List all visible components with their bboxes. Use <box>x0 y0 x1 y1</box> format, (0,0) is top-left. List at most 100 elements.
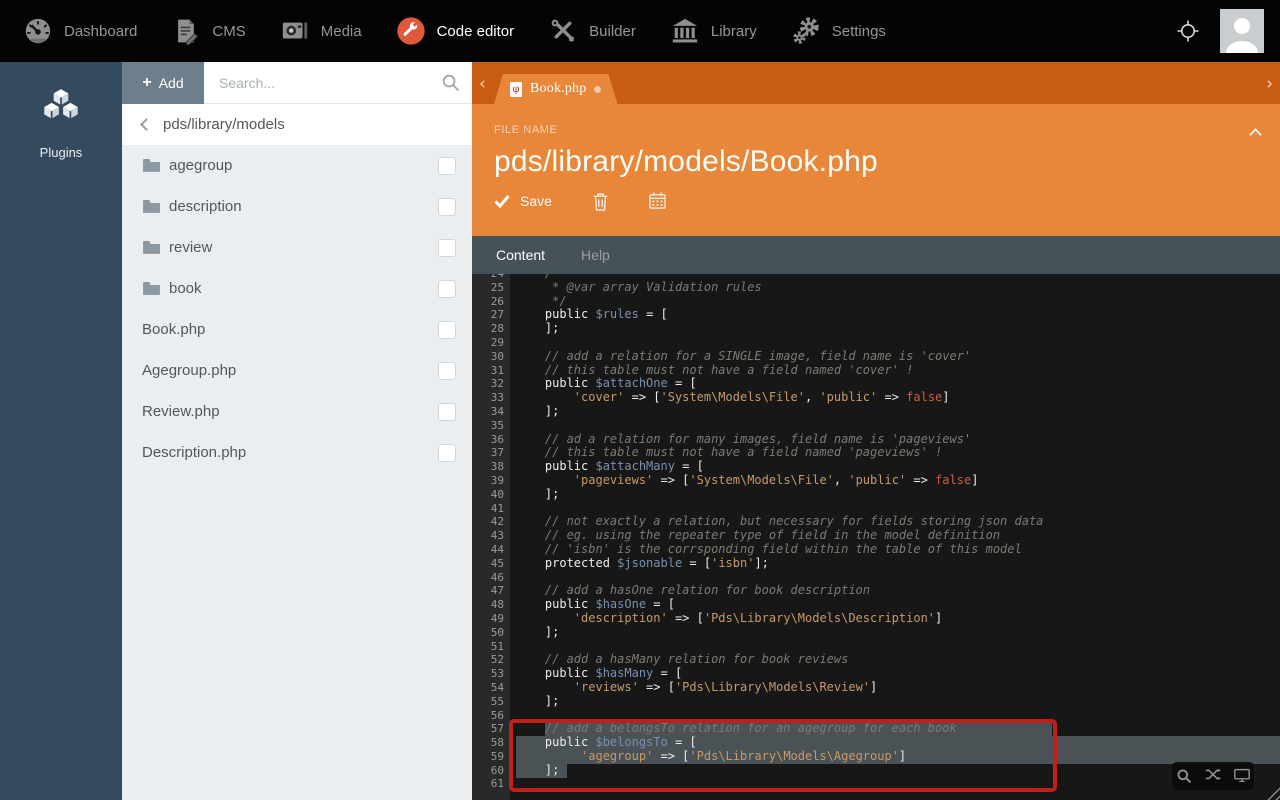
item-label: Book.php <box>142 321 438 338</box>
folder-row[interactable]: book <box>122 268 472 309</box>
delete-button[interactable] <box>592 192 609 209</box>
code-line[interactable]: 28 ]; <box>472 322 1280 336</box>
code-line[interactable]: 55 ]; <box>472 695 1280 709</box>
code-line[interactable]: 56 <box>472 709 1280 723</box>
code-line[interactable]: 36 // ad a relation for many images, fie… <box>472 433 1280 447</box>
nav-item-cms[interactable]: CMS <box>154 0 262 62</box>
nav-item-media[interactable]: Media <box>263 0 379 62</box>
code-line[interactable]: 60 ]; <box>472 764 1280 778</box>
item-checkbox[interactable] <box>438 239 456 257</box>
tab-content[interactable]: Content <box>496 247 545 263</box>
code-line[interactable]: 30 // add a relation for a SINGLE image,… <box>472 350 1280 364</box>
nav-item-code-editor[interactable]: Code editor <box>379 0 532 62</box>
code-line[interactable]: 53 public $hasMany = [ <box>472 667 1280 681</box>
code-line[interactable]: 61 <box>472 777 1280 791</box>
code-text: 'pageviews' => ['System\Models\File', 'p… <box>510 474 978 488</box>
file-row[interactable]: Description.php <box>122 432 472 473</box>
code-line[interactable]: 37 // this table must not have a field n… <box>472 446 1280 460</box>
item-checkbox[interactable] <box>438 362 456 380</box>
item-checkbox[interactable] <box>438 321 456 339</box>
line-number: 47 <box>472 584 510 598</box>
folder-row[interactable]: agegroup <box>122 145 472 186</box>
code-line[interactable]: 25 * @var array Validation rules <box>472 281 1280 295</box>
folder-row[interactable]: review <box>122 227 472 268</box>
code-text: public $hasMany = [ <box>510 667 682 681</box>
code-line[interactable]: 49 'description' => ['Pds\Library\Models… <box>472 612 1280 626</box>
item-checkbox[interactable] <box>438 280 456 298</box>
code-line[interactable]: 52 // add a hasMany relation for book re… <box>472 653 1280 667</box>
collapse-header-icon[interactable] <box>1251 130 1262 141</box>
code-line[interactable]: 57 // add a belongsTo relation for an ag… <box>472 722 1280 736</box>
nav-item-label: Builder <box>589 23 636 40</box>
breadcrumb: pds/library/models <box>122 104 472 145</box>
code-editor-icon <box>396 16 426 46</box>
add-button[interactable]: + Add <box>122 62 204 104</box>
code-line[interactable]: 27 public $rules = [ <box>472 308 1280 322</box>
code-line[interactable]: 29 <box>472 336 1280 350</box>
code-line[interactable]: 32 public $attachOne = [ <box>472 377 1280 391</box>
editor-shuffle-icon[interactable] <box>1205 768 1221 784</box>
code-text: ]; <box>510 405 559 419</box>
code-line[interactable]: 51 <box>472 640 1280 654</box>
nav-item-builder[interactable]: Builder <box>531 0 653 62</box>
line-number: 49 <box>472 612 510 626</box>
code-line[interactable]: 40 ]; <box>472 488 1280 502</box>
file-row[interactable]: Review.php <box>122 391 472 432</box>
code-line[interactable]: 31 // this table must not have a field n… <box>472 364 1280 378</box>
line-number: 59 <box>472 750 510 764</box>
breadcrumb-path: pds/library/models <box>163 116 285 133</box>
code-line[interactable]: 39 'pageviews' => ['System\Models\File',… <box>472 474 1280 488</box>
code-line[interactable]: 44 // 'isbn' is the corrsponding field w… <box>472 543 1280 557</box>
code-line[interactable]: 41 <box>472 502 1280 516</box>
code-text: ]; <box>510 488 559 502</box>
tabs-scroll-left-icon[interactable]: ‹ <box>479 76 486 93</box>
sidebar-item-plugins[interactable]: Plugins <box>0 62 122 160</box>
user-avatar[interactable] <box>1220 9 1264 53</box>
code-text <box>510 502 516 516</box>
calendar-button[interactable] <box>649 192 666 209</box>
code-line[interactable]: 45 protected $jsonable = ['isbn']; <box>472 557 1280 571</box>
code-line[interactable]: 47 // add a hasOne relation for book des… <box>472 584 1280 598</box>
code-line[interactable]: 59 'agegroup' => ['Pds\Library\Models\Ag… <box>472 750 1280 764</box>
code-line[interactable]: 50 ]; <box>472 626 1280 640</box>
save-button[interactable]: Save <box>494 193 552 209</box>
item-label: book <box>169 280 438 297</box>
code-line[interactable]: 38 public $attachMany = [ <box>472 460 1280 474</box>
code-line[interactable]: 58 public $belongsTo = [ <box>472 736 1280 750</box>
item-checkbox[interactable] <box>438 198 456 216</box>
file-row[interactable]: Agegroup.php <box>122 350 472 391</box>
folder-row[interactable]: description <box>122 186 472 227</box>
file-row[interactable]: Book.php <box>122 309 472 350</box>
code-text: // not exactly a relation, but necessary… <box>510 515 1043 529</box>
item-checkbox[interactable] <box>438 403 456 421</box>
line-number: 27 <box>472 308 510 322</box>
crosshair-icon[interactable] <box>1176 19 1200 43</box>
code-editor[interactable]: 24 /**25 * @var array Validation rules26… <box>472 274 1280 800</box>
code-line[interactable]: 26 */ <box>472 295 1280 309</box>
editor-search-icon[interactable] <box>1176 768 1192 784</box>
code-line[interactable]: 35 <box>472 419 1280 433</box>
tabs-scroll-right-icon[interactable]: › <box>1266 76 1273 93</box>
code-line[interactable]: 33 'cover' => ['System\Models\File', 'pu… <box>472 391 1280 405</box>
editor-display-icon[interactable] <box>1234 768 1250 784</box>
nav-item-library[interactable]: Library <box>653 0 774 62</box>
tab-help[interactable]: Help <box>581 247 610 263</box>
item-checkbox[interactable] <box>438 444 456 462</box>
search-box <box>204 62 472 104</box>
code-text: public $rules = [ <box>510 308 668 322</box>
code-text: // add a hasOne relation for book descri… <box>510 584 870 598</box>
search-input[interactable] <box>204 62 472 103</box>
nav-item-dashboard[interactable]: Dashboard <box>6 0 154 62</box>
code-line[interactable]: 42 // not exactly a relation, but necess… <box>472 515 1280 529</box>
settings-icon <box>791 16 821 46</box>
nav-item-settings[interactable]: Settings <box>774 0 903 62</box>
code-line[interactable]: 46 <box>472 571 1280 585</box>
code-line[interactable]: 54 'reviews' => ['Pds\Library\Models\Rev… <box>472 681 1280 695</box>
code-line[interactable]: 48 public $hasOne = [ <box>472 598 1280 612</box>
code-text: 'reviews' => ['Pds\Library\Models\Review… <box>510 681 877 695</box>
file-tab[interactable]: φ Book.php <box>494 74 617 104</box>
item-checkbox[interactable] <box>438 157 456 175</box>
back-chevron-icon[interactable] <box>140 118 153 131</box>
code-line[interactable]: 43 // eg. using the repeater type of fie… <box>472 529 1280 543</box>
code-line[interactable]: 34 ]; <box>472 405 1280 419</box>
